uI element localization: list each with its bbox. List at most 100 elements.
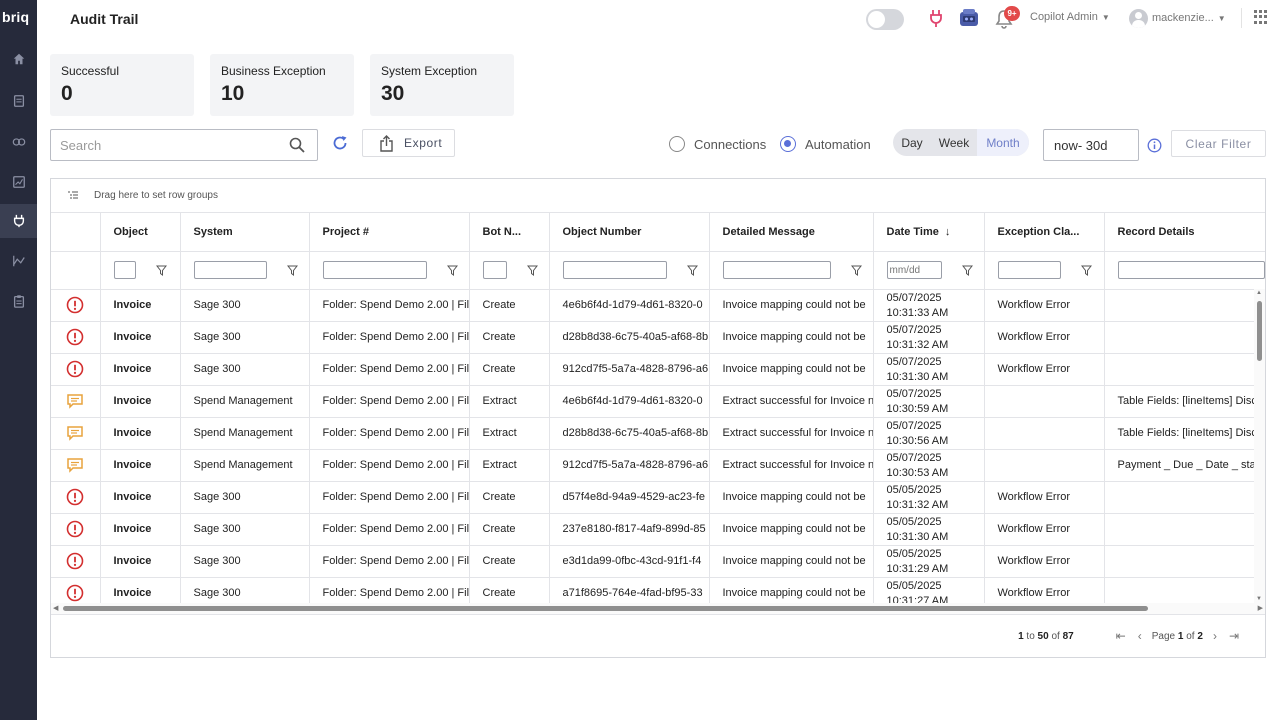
copilot-dropdown[interactable]: Copilot Admin ▼ xyxy=(1030,11,1110,23)
sort-desc-icon[interactable]: ↓ xyxy=(945,226,951,238)
table-row[interactable]: Invoice Sage 300 Folder: Spend Demo 2.00 |… xyxy=(51,577,1265,603)
alert-circle-icon[interactable] xyxy=(66,552,84,570)
message-icon[interactable] xyxy=(66,456,84,474)
filter-icon[interactable] xyxy=(286,265,298,276)
connection-plug-icon[interactable] xyxy=(928,8,944,28)
table-row[interactable]: Invoice Sage 300 Folder: Spend Demo 2.00 |… xyxy=(51,353,1265,386)
app-logo[interactable]: briq xyxy=(2,9,29,25)
money-icon[interactable] xyxy=(0,125,37,159)
table-row[interactable]: Invoice Sage 300 Folder: Spend Demo 2.00 |… xyxy=(51,513,1265,546)
clipboard-icon[interactable] xyxy=(0,284,37,318)
last-page-icon[interactable]: ⇥ xyxy=(1229,629,1239,643)
alert-circle-icon[interactable] xyxy=(66,520,84,538)
filter-icon[interactable] xyxy=(961,265,973,276)
date-filter-input[interactable] xyxy=(886,261,942,279)
filter-icon[interactable] xyxy=(446,265,458,276)
column-header-record-details[interactable]: Record Details xyxy=(1104,213,1265,252)
column-header-object[interactable]: Object xyxy=(100,213,181,252)
alert-circle-icon[interactable] xyxy=(66,360,84,378)
period-month-button[interactable]: Month xyxy=(977,129,1029,156)
next-page-icon[interactable]: › xyxy=(1213,629,1217,643)
export-button[interactable]: Export xyxy=(362,129,455,157)
alert-circle-icon[interactable] xyxy=(66,488,84,506)
radio-automation[interactable]: Automation xyxy=(780,136,871,152)
scroll-right-icon[interactable]: ▶ xyxy=(1258,604,1263,612)
filter-icon[interactable] xyxy=(1080,265,1092,276)
scroll-up-icon[interactable]: ▲ xyxy=(1256,290,1262,296)
system-cell: Spend Management xyxy=(180,449,310,482)
alert-circle-icon[interactable] xyxy=(66,328,84,346)
column-header-exception-class[interactable]: Exception Cla... xyxy=(984,213,1105,252)
table-row[interactable]: Invoice Spend Management Folder: Spend Dem… xyxy=(51,417,1265,450)
avatar[interactable] xyxy=(1129,9,1148,28)
radio-circle-checked[interactable] xyxy=(780,136,796,152)
bot-icon[interactable] xyxy=(958,8,980,28)
table-row[interactable]: Invoice Sage 300 Folder: Spend Demo 2.00 |… xyxy=(51,481,1265,514)
search-icon[interactable] xyxy=(289,137,305,153)
date-value: 05/07/2025 xyxy=(886,323,942,336)
filter-input[interactable] xyxy=(722,261,831,279)
search-input[interactable] xyxy=(51,130,271,160)
column-header-system[interactable]: System xyxy=(180,213,310,252)
stat-card-successful[interactable]: Successful 0 xyxy=(50,54,194,116)
filter-icon[interactable] xyxy=(686,265,698,276)
user-menu[interactable]: mackenzie... ▼ xyxy=(1152,12,1226,24)
column-header-project[interactable]: Project # xyxy=(309,213,470,252)
horizontal-scroll-thumb[interactable] xyxy=(63,606,1148,611)
table-row[interactable]: Invoice Spend Management Folder: Spend Dem… xyxy=(51,385,1265,418)
scroll-left-icon[interactable]: ◀ xyxy=(53,604,58,612)
message-icon[interactable] xyxy=(66,424,84,442)
stat-card-system-exception[interactable]: System Exception 30 xyxy=(370,54,514,116)
date-value: 05/07/2025 xyxy=(886,451,942,464)
alert-circle-icon[interactable] xyxy=(66,584,84,602)
alert-circle-icon[interactable] xyxy=(66,296,84,314)
clear-filter-button[interactable]: Clear Filter xyxy=(1171,130,1266,157)
column-header-bot-name[interactable]: Bot N... xyxy=(469,213,550,252)
filter-input[interactable] xyxy=(482,261,507,279)
radio-connections[interactable]: Connections xyxy=(669,136,766,152)
document-icon[interactable] xyxy=(0,84,37,118)
horizontal-scrollbar[interactable]: ◀ ▶ xyxy=(51,603,1265,615)
period-day-button[interactable]: Day xyxy=(893,129,931,156)
previous-page-icon[interactable]: ‹ xyxy=(1138,629,1142,643)
refresh-icon[interactable] xyxy=(331,134,349,152)
theme-toggle[interactable] xyxy=(866,9,904,30)
table-row[interactable]: Invoice Sage 300 Folder: Spend Demo 2.00 |… xyxy=(51,321,1265,354)
object-cell: Invoice xyxy=(100,321,181,354)
message-icon[interactable] xyxy=(66,392,84,410)
table-row[interactable]: Invoice Sage 300 Folder: Spend Demo 2.00 |… xyxy=(51,545,1265,578)
home-icon[interactable] xyxy=(0,42,37,76)
filter-icon[interactable] xyxy=(850,265,862,276)
exception-class-cell: Workflow Error xyxy=(984,513,1105,546)
filter-input[interactable] xyxy=(997,261,1061,279)
column-header-detailed-message[interactable]: Detailed Message xyxy=(709,213,874,252)
filter-icon[interactable] xyxy=(526,265,538,276)
stat-card-business-exception[interactable]: Business Exception 10 xyxy=(210,54,354,116)
plug-icon[interactable] xyxy=(0,204,37,238)
date-range-input[interactable]: now- 30d xyxy=(1043,129,1139,161)
period-week-button[interactable]: Week xyxy=(931,129,977,156)
chart-icon[interactable] xyxy=(0,244,37,278)
vertical-scrollbar[interactable]: ▲ ▼ xyxy=(1254,289,1265,603)
stat-label: Successful xyxy=(61,64,120,78)
table-row[interactable]: Invoice Sage 300 Folder: Spend Demo 2.00 |… xyxy=(51,289,1265,322)
filter-input[interactable] xyxy=(113,261,136,279)
report-icon[interactable] xyxy=(0,165,37,199)
filter-input[interactable] xyxy=(193,261,267,279)
row-group-panel[interactable]: Drag here to set row groups xyxy=(51,179,1265,213)
filter-input[interactable] xyxy=(1117,261,1264,279)
scroll-down-icon[interactable]: ▼ xyxy=(1256,596,1262,602)
filter-icon[interactable] xyxy=(155,265,167,276)
column-header-object-number[interactable]: Object Number xyxy=(549,213,710,252)
info-icon[interactable] xyxy=(1147,138,1162,153)
filter-input[interactable] xyxy=(322,261,427,279)
status-cell xyxy=(51,289,101,322)
radio-circle[interactable] xyxy=(669,136,685,152)
vertical-scroll-thumb[interactable] xyxy=(1257,301,1262,361)
apps-grid-icon[interactable] xyxy=(1253,10,1267,24)
column-header-date-time[interactable]: Date Time ↓ xyxy=(873,213,985,252)
filter-input[interactable] xyxy=(562,261,667,279)
date-value: 05/05/2025 xyxy=(886,515,942,528)
first-page-icon[interactable]: ⇤ xyxy=(1116,629,1126,643)
table-row[interactable]: Invoice Spend Management Folder: Spend Dem… xyxy=(51,449,1265,482)
